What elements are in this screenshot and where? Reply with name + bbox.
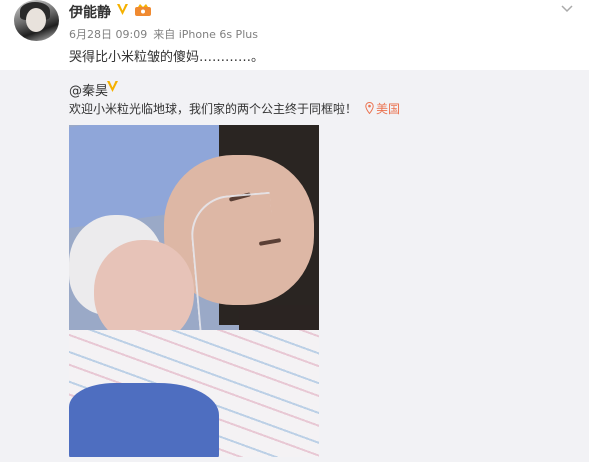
verified-icon bbox=[107, 81, 118, 92]
vip-crown-icon[interactable] bbox=[134, 3, 152, 17]
location-pin-icon bbox=[365, 102, 374, 114]
repost-author[interactable]: @秦昊 bbox=[69, 80, 108, 99]
source-prefix: 来自 bbox=[153, 28, 176, 41]
repost-card: @秦昊 欢迎小米粒光临地球，我们家的两个公主终于同框啦！ 美国 bbox=[0, 70, 589, 462]
location-label: 美国 bbox=[376, 102, 401, 116]
post-text: 哭得比小米粒皱的傻妈…………。 bbox=[69, 50, 265, 65]
verified-icon bbox=[117, 4, 128, 15]
post-date[interactable]: 6月28日 09:09 bbox=[69, 28, 147, 41]
chevron-down-icon[interactable] bbox=[560, 4, 574, 14]
photo-glove bbox=[69, 383, 219, 457]
username[interactable]: 伊能静 bbox=[69, 2, 111, 22]
post-meta: 6月28日 09:09 来自 iPhone 6s Plus bbox=[69, 26, 258, 42]
repost-photo[interactable] bbox=[69, 125, 319, 457]
repost-text: 欢迎小米粒光临地球，我们家的两个公主终于同框啦！ bbox=[69, 102, 358, 116]
avatar-face bbox=[26, 8, 46, 32]
location-link[interactable]: 美国 bbox=[365, 100, 400, 117]
post-header: 伊能静 6月28日 09:09 来自 iPhone 6s Plus 哭得比小米粒皱… bbox=[0, 0, 589, 70]
post-source[interactable]: iPhone 6s Plus bbox=[179, 28, 258, 41]
avatar[interactable] bbox=[14, 0, 59, 41]
